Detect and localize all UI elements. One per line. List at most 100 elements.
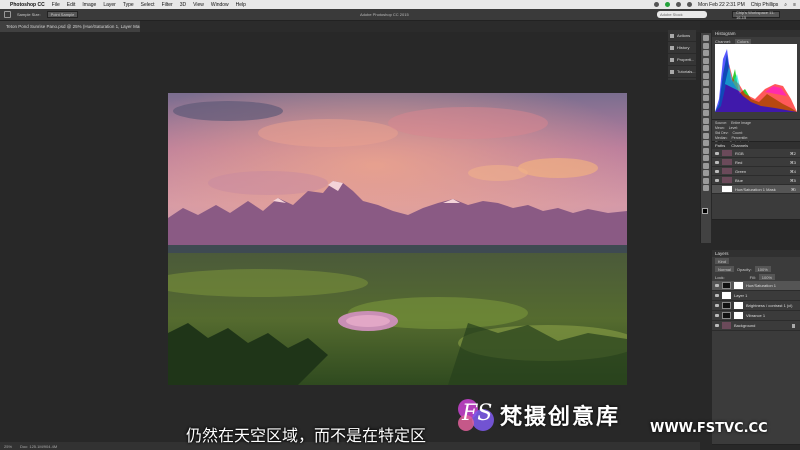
visibility-eye-icon[interactable] [715,324,719,327]
layer-row-vibrance[interactable]: Vibrance 1 [712,311,800,321]
visibility-eye-icon[interactable] [715,151,719,155]
menu-file[interactable]: File [52,2,60,8]
visibility-eye-icon[interactable] [715,294,719,297]
search-icon[interactable]: ⌕ [784,2,787,8]
document-canvas[interactable] [168,93,627,385]
channel-row-mask[interactable]: Hue/Saturation 1 Mask ⌘\ [712,185,800,194]
source-select[interactable]: Entire Image [731,121,751,125]
properties-panel-button[interactable]: Properti... [668,54,696,66]
eyedropper-tool-icon[interactable] [4,11,11,18]
visibility-eye-icon[interactable] [715,314,719,317]
crop-tool-icon[interactable] [703,65,709,71]
volume-icon[interactable] [687,2,693,7]
menu-select[interactable]: Select [141,2,155,8]
layer-mask-thumbnail[interactable] [734,282,743,289]
zoom-level[interactable]: 25% [4,444,12,449]
menu-view[interactable]: View [193,2,204,8]
document-tab-bar: Teton Pond Sunrise Pano.psd @ 25% (Hue/S… [0,21,700,32]
doc-size[interactable]: Doc: 125.1M/904.4M [20,444,57,449]
gradient-tool-icon[interactable] [703,117,709,124]
menu-help[interactable]: Help [236,2,246,8]
channel-name: Green [735,168,747,174]
layer-mask-thumbnail[interactable] [734,312,743,319]
healing-tool-icon[interactable] [703,80,709,86]
hand-tool-icon[interactable] [703,170,709,176]
layer-name: Vibrance 1 [746,313,766,318]
histogram-title[interactable]: Histogram [712,30,800,37]
visibility-eye-icon[interactable] [715,178,719,182]
dodge-tool-icon[interactable] [703,132,709,139]
marquee-tool-icon[interactable] [703,42,709,49]
adjustment-icon [722,312,731,319]
document-tab[interactable]: Teton Pond Sunrise Pano.psd @ 25% (Hue/S… [0,21,140,32]
type-tool-icon[interactable] [703,147,709,154]
menubar-user[interactable]: Chip Phillips [751,2,779,8]
menu-filter[interactable]: Filter [162,2,173,8]
percentile-label: Percentile: [731,135,748,140]
layer-row-background[interactable]: Background [712,321,800,331]
more-tools-icon[interactable] [703,185,709,191]
blend-mode-select[interactable]: Normal [715,266,734,272]
layer-name: Brightness / contrast 1 (cl) [746,303,793,308]
histogram-stats: Source: Entire Image Mean: Level: Std Dev… [712,120,800,145]
opacity-input[interactable]: 100% [754,266,771,272]
foreground-color-swatch[interactable] [702,208,708,214]
shape-tool-icon[interactable] [703,162,709,169]
layers-lock-row: Lock: Fill: 100% [712,273,800,281]
tutorials-panel-button[interactable]: Tutorials... [668,66,696,78]
sample-size-select[interactable]: Point Sample [46,11,79,18]
menu-3d[interactable]: 3D [180,2,186,8]
menu-layer[interactable]: Layer [103,2,116,8]
brush-tool-icon[interactable] [703,87,709,94]
visibility-eye-icon[interactable] [715,169,719,173]
layer-kind-filter[interactable]: Kind [715,258,730,264]
stock-search-input[interactable]: Adobe Stock [657,11,707,18]
quick-select-tool-icon[interactable] [703,57,709,64]
wifi-icon[interactable] [676,2,682,7]
layer-row-hue-saturation[interactable]: Hue/Saturation 1 [712,281,800,291]
move-tool-icon[interactable] [703,35,709,41]
menu-type[interactable]: Type [123,2,134,8]
status-icon[interactable] [654,2,660,7]
visibility-eye-icon[interactable] [715,188,719,191]
menubar-clock[interactable]: Mon Feb 22 2:31 PM [698,2,745,8]
actions-icon [670,33,674,38]
status-icon[interactable] [665,2,671,7]
visibility-eye-icon[interactable] [715,160,719,164]
actions-panel-button[interactable]: Actions [668,30,696,42]
menu-app-name[interactable]: Photoshop CC [10,2,45,8]
menu-window[interactable]: Window [211,2,229,8]
menu-list-icon[interactable]: ≡ [793,2,796,8]
channel-thumbnail [722,177,732,183]
fill-input[interactable]: 100% [758,274,776,280]
layer-mask-thumbnail[interactable] [734,302,743,309]
lasso-tool-icon[interactable] [703,50,709,56]
clone-stamp-tool-icon[interactable] [703,95,709,101]
visibility-eye-icon[interactable] [715,284,719,287]
path-select-tool-icon[interactable] [703,155,709,161]
visibility-eye-icon[interactable] [715,304,719,307]
channel-row-red[interactable]: Red ⌘3 [712,158,800,167]
zoom-tool-icon[interactable] [703,177,709,184]
layers-title[interactable]: Layers [712,250,800,257]
channel-shortcut: ⌘2 [789,150,796,156]
menu-edit[interactable]: Edit [67,2,76,8]
layer-row-brightness[interactable]: Brightness / contrast 1 (cl) [712,301,800,311]
blur-tool-icon[interactable] [703,125,709,131]
history-brush-tool-icon[interactable] [703,102,709,109]
menu-image[interactable]: Image [82,2,96,8]
properties-label: Properti... [677,57,695,62]
channel-shortcut: ⌘3 [789,159,796,165]
tab-channels[interactable]: Channels [731,143,748,148]
pen-tool-icon[interactable] [703,140,709,146]
channel-row-rgb[interactable]: RGB ⌘2 [712,149,800,158]
channel-row-blue[interactable]: Blue ⌘5 [712,176,800,185]
eraser-tool-icon[interactable] [703,110,709,116]
eyedropper-tool-icon[interactable] [703,72,709,79]
layer-row-layer1[interactable]: Layer 1 [712,291,800,301]
fill-label: Fill: [749,274,756,280]
tab-paths[interactable]: Paths [715,143,725,148]
history-panel-button[interactable]: History [668,42,696,54]
workspace-select[interactable]: Chip's Workspace 11-16-15 [732,10,780,20]
channel-row-green[interactable]: Green ⌘4 [712,167,800,176]
